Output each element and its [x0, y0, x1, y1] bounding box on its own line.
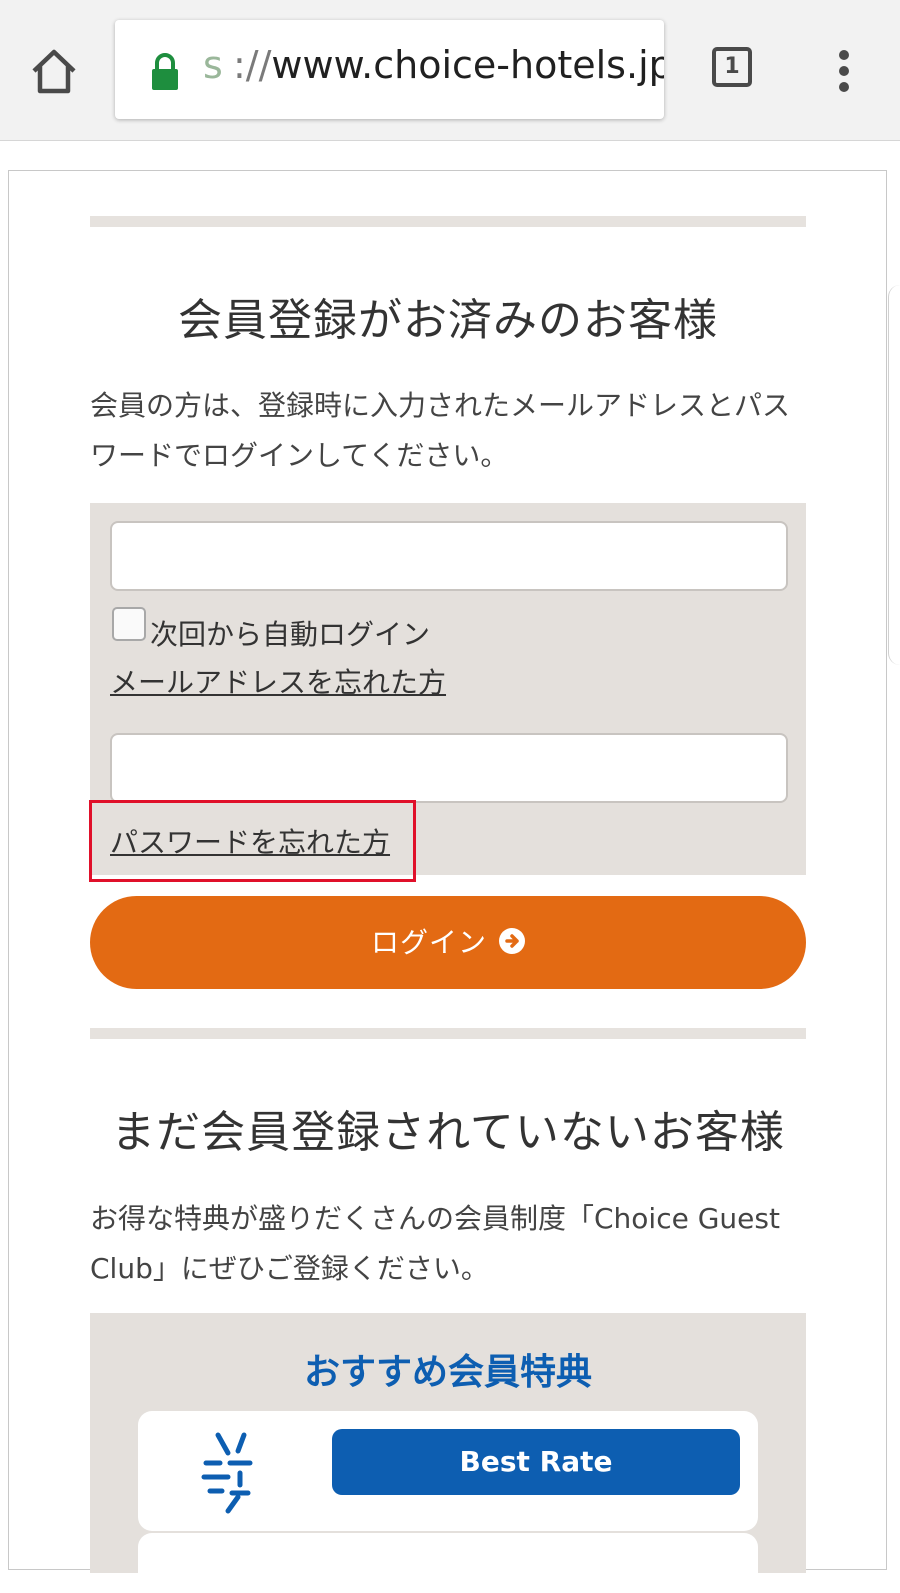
url-bar[interactable]: s ://www.choice-hotels.jp	[115, 20, 664, 119]
forgot-email-link[interactable]: メールアドレスを忘れた方	[110, 661, 446, 701]
scroll-edge	[888, 285, 900, 665]
best-rate-icon	[198, 1429, 258, 1515]
url-scheme-faded: s	[203, 43, 223, 87]
url-text: ://www.choice-hotels.jp	[233, 43, 664, 87]
tab-switcher-button[interactable]: 1	[712, 47, 752, 87]
benefits-title: おすすめ会員特典	[303, 1352, 592, 1393]
url-host: www.choice-hotels.jp	[271, 43, 664, 87]
arrow-right-circle-icon	[499, 928, 525, 954]
password-field[interactable]	[110, 733, 788, 803]
login-button-label: ログイン	[370, 926, 487, 959]
auto-login-checkbox[interactable]	[112, 607, 146, 641]
overflow-menu-icon[interactable]	[836, 50, 852, 92]
section-divider	[90, 216, 806, 227]
browser-toolbar: s ://www.choice-hotels.jp 1	[0, 0, 900, 141]
url-protocol: ://	[233, 43, 272, 87]
non-member-heading: まだ会員登録されていないお客様	[111, 1107, 785, 1158]
email-field[interactable]	[110, 521, 788, 591]
benefits-panel: おすすめ会員特典 Best Rate	[90, 1313, 806, 1593]
non-member-description: お得な特典が盛りだくさんの会員制度「Choice Guest Club」にぜひご…	[90, 1202, 780, 1285]
lock-icon	[149, 52, 181, 92]
auto-login-label: 次回から自動ログイン	[150, 618, 431, 651]
login-button[interactable]: ログイン	[90, 896, 806, 989]
home-icon[interactable]	[28, 45, 80, 97]
best-rate-button[interactable]: Best Rate	[332, 1429, 740, 1495]
benefit-card: Best Rate	[138, 1411, 758, 1531]
benefit-card	[138, 1533, 758, 1593]
highlight-box	[89, 800, 416, 882]
member-login-description: 会員の方は、登録時に入力されたメールアドレスとパスワードでログインしてください。	[90, 389, 791, 472]
section-divider	[90, 1028, 806, 1039]
member-login-heading: 会員登録がお済みのお客様	[178, 295, 718, 346]
